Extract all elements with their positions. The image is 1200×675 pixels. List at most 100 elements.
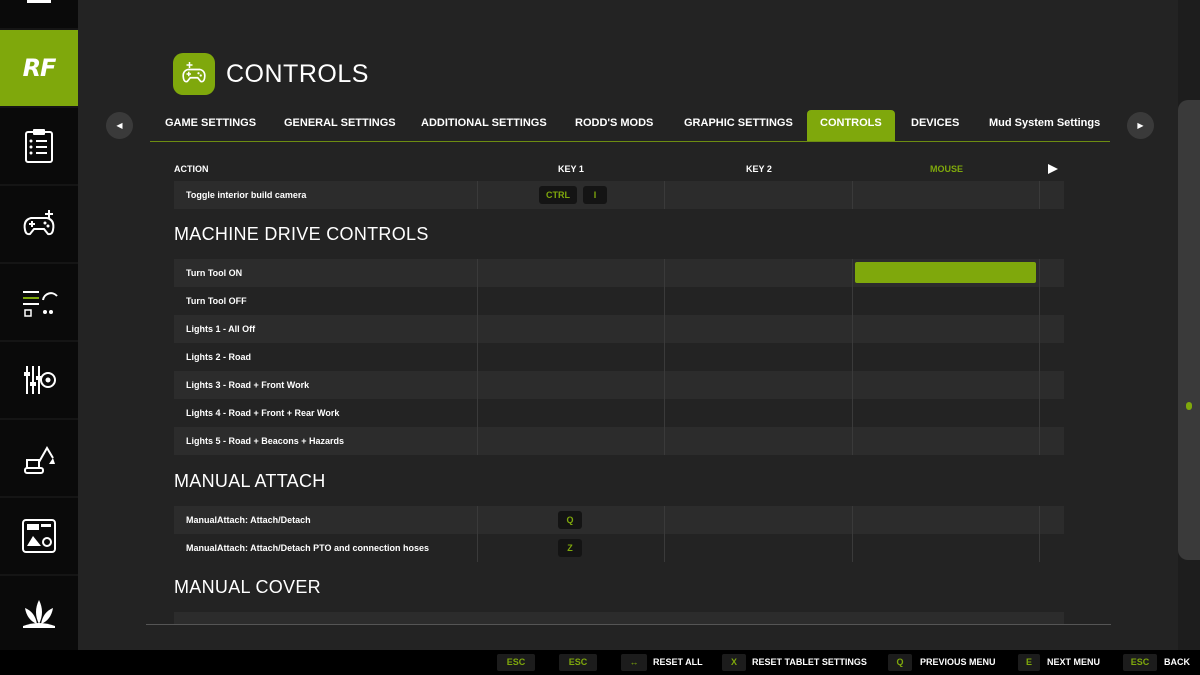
- reset-all-button[interactable]: RESET ALL: [653, 657, 703, 667]
- sliders-gauge-icon: [23, 291, 58, 317]
- action-label: Turn Tool OFF: [186, 296, 247, 306]
- tab-devices[interactable]: DEVICES: [898, 110, 972, 141]
- action-label: Toggle interior build camera: [186, 190, 307, 200]
- column-divider: [477, 506, 478, 534]
- section-title-machine-drive: MACHINE DRIVE CONTROLS: [174, 224, 429, 244]
- table-row[interactable]: Turn Tool ON: [174, 259, 1064, 287]
- key1-binding-z[interactable]: Z: [558, 539, 582, 557]
- next-menu-key[interactable]: E: [1018, 654, 1040, 671]
- tab-graphic-settings[interactable]: GRAPHIC SETTINGS: [671, 110, 806, 141]
- reset-tablet-settings-button[interactable]: RESET TABLET SETTINGS: [752, 657, 867, 667]
- column-divider: [1039, 506, 1040, 534]
- tab-controls[interactable]: CONTROLS: [807, 110, 895, 141]
- action-label: Lights 3 - Road + Front Work: [186, 380, 310, 390]
- page-title: CONTROLS: [226, 60, 369, 88]
- plant-icon: [23, 600, 55, 628]
- sidebar-item-construction[interactable]: [0, 420, 78, 496]
- tab-underline: [150, 141, 1110, 142]
- action-label: ManualAttach: Attach/Detach PTO and conn…: [186, 543, 430, 553]
- key1-binding-q[interactable]: Q: [558, 511, 582, 529]
- column-divider: [1039, 259, 1040, 287]
- play-icon[interactable]: [1048, 164, 1058, 174]
- sidebar-item-tablet[interactable]: [0, 498, 78, 574]
- column-divider: [477, 287, 478, 315]
- column-header-key1[interactable]: KEY 1: [558, 164, 584, 174]
- column-divider: [852, 287, 853, 315]
- table-row[interactable]: ManualAttach: Attach/Detach PTO and conn…: [174, 534, 1064, 562]
- sidebar-item-advanced[interactable]: [0, 342, 78, 418]
- column-divider: [1039, 427, 1040, 455]
- reset-tablet-key[interactable]: X: [722, 654, 746, 671]
- back-button[interactable]: BACK: [1164, 657, 1190, 667]
- action-label: Lights 1 - All Off: [186, 324, 256, 334]
- settings-sliders-icon: [24, 366, 56, 394]
- section-title-manual-attach: MANUAL ATTACH: [174, 471, 326, 491]
- column-divider: [664, 259, 665, 287]
- column-divider: [664, 399, 665, 427]
- column-divider: [477, 427, 478, 455]
- previous-menu-key[interactable]: Q: [888, 654, 912, 671]
- table-row[interactable]: Lights 2 - Road: [174, 343, 1064, 371]
- column-divider: [664, 315, 665, 343]
- table-row[interactable]: Lights 3 - Road + Front Work: [174, 371, 1064, 399]
- table-row-clipped[interactable]: [174, 612, 1064, 624]
- table-row[interactable]: Turn Tool OFF: [174, 287, 1064, 315]
- column-divider: [1039, 287, 1040, 315]
- table-row[interactable]: Lights 1 - All Off: [174, 315, 1064, 343]
- scrollbar-track[interactable]: [1178, 100, 1200, 560]
- column-divider: [477, 181, 478, 209]
- column-divider: [852, 399, 853, 427]
- table-row[interactable]: Lights 4 - Road + Front + Rear Work: [174, 399, 1064, 427]
- section-title-manual-cover: MANUAL COVER: [174, 577, 321, 597]
- column-divider: [852, 181, 853, 209]
- tablet-map-icon: [22, 519, 56, 553]
- tab-rodds-mods[interactable]: RODD'S MODS: [562, 110, 666, 141]
- previous-menu-button[interactable]: PREVIOUS MENU: [920, 657, 996, 667]
- esc-key-hint[interactable]: ESC: [559, 654, 597, 671]
- tab-additional-settings[interactable]: ADDITIONAL SETTINGS: [408, 110, 560, 141]
- back-key[interactable]: ESC: [1123, 654, 1157, 671]
- arrow-left-icon: ◀: [116, 121, 123, 130]
- sidebar-item-settings[interactable]: [0, 264, 78, 340]
- column-divider: [664, 427, 665, 455]
- column-header-mouse[interactable]: MOUSE: [930, 164, 963, 174]
- gamepad-icon: [23, 210, 55, 236]
- sidebar-item-tasks[interactable]: [0, 108, 78, 184]
- sidebar-item-controls[interactable]: [0, 186, 78, 262]
- column-divider: [664, 506, 665, 534]
- action-label: Lights 4 - Road + Front + Rear Work: [186, 408, 340, 418]
- column-header-key2[interactable]: KEY 2: [746, 164, 772, 174]
- column-divider: [664, 287, 665, 315]
- prev-tab-button[interactable]: ◀: [106, 112, 133, 139]
- column-divider: [852, 343, 853, 371]
- column-divider: [664, 181, 665, 209]
- column-divider: [1039, 181, 1040, 209]
- tab-game-settings[interactable]: GAME SETTINGS: [152, 110, 269, 141]
- reset-all-key[interactable]: ↔: [621, 654, 647, 671]
- column-divider: [477, 343, 478, 371]
- table-row[interactable]: ManualAttach: Attach/Detach Q: [174, 506, 1064, 534]
- scrollbar-thumb[interactable]: [1186, 402, 1192, 410]
- table-row[interactable]: Lights 5 - Road + Beacons + Hazards: [174, 427, 1064, 455]
- sidebar-item-building[interactable]: [0, 0, 78, 28]
- tab-general-settings[interactable]: GENERAL SETTINGS: [271, 110, 409, 141]
- sidebar-item-rf[interactable]: RF: [0, 30, 84, 106]
- column-divider: [1039, 371, 1040, 399]
- arrow-right-icon: ▶: [1137, 121, 1144, 130]
- clipboard-icon: [25, 129, 53, 163]
- next-menu-button[interactable]: NEXT MENU: [1047, 657, 1100, 667]
- key1-binding-ctrl[interactable]: CTRL: [539, 186, 577, 204]
- sidebar-item-farming[interactable]: [0, 576, 78, 652]
- tab-mud-system-settings[interactable]: Mud System Settings: [976, 110, 1113, 141]
- key1-binding-i[interactable]: I: [583, 186, 607, 204]
- mouse-binding-selected[interactable]: [855, 262, 1036, 283]
- gamepad-icon: [182, 62, 206, 83]
- table-row[interactable]: Toggle interior build camera CTRL I: [174, 181, 1064, 209]
- column-divider: [1039, 343, 1040, 371]
- column-divider: [477, 534, 478, 562]
- esc-key-hint[interactable]: ESC: [497, 654, 535, 671]
- footer-bar: ESC ESC ↔ RESET ALL X RESET TABLET SETTI…: [0, 650, 1200, 675]
- next-tab-button[interactable]: ▶: [1127, 112, 1154, 139]
- list-bottom-divider: [146, 624, 1111, 625]
- column-divider: [852, 506, 853, 534]
